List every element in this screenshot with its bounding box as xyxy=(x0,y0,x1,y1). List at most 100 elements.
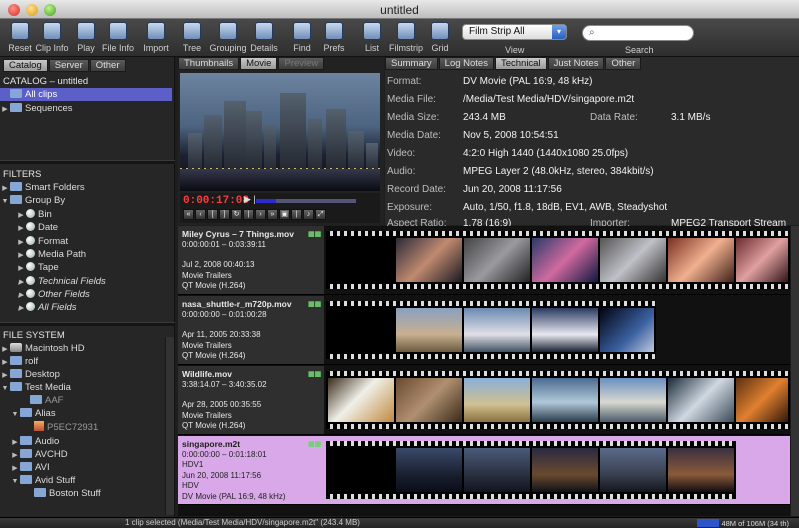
folder-icon xyxy=(10,382,22,391)
tab-log-notes[interactable]: Log Notes xyxy=(438,57,494,70)
fullscreen-icon[interactable]: ⤢ xyxy=(315,209,326,220)
movie-preview-image xyxy=(180,73,380,191)
tab-preview[interactable]: Preview xyxy=(278,57,325,70)
loop-icon[interactable]: ↻ xyxy=(231,209,242,220)
fs-item-avi[interactable]: ▶ AVI xyxy=(0,461,172,474)
tab-summary[interactable]: Summary xyxy=(385,57,438,70)
image-file-icon xyxy=(34,421,44,431)
tab-thumbnails[interactable]: Thumbnails xyxy=(178,57,240,70)
fs-item-audio[interactable]: ▶ Audio xyxy=(0,435,172,448)
fs-item-p5ec72931[interactable]: P5EC72931 xyxy=(0,421,172,434)
clip-row[interactable]: Wildlife.mov 3:38:14.07 – 3:40:35.02 Apr… xyxy=(178,366,790,435)
info-tabs: Summary Log Notes Technical Just Notes O… xyxy=(385,57,642,70)
step-back-icon[interactable]: ‹ xyxy=(195,209,206,220)
clip-row[interactable]: Miley Cyrus – 7 Things.mov 0:00:00:01 – … xyxy=(178,226,790,295)
file-info-button[interactable]: File Info xyxy=(98,22,138,53)
snapshot-icon[interactable]: ▣ xyxy=(279,209,290,220)
clip-date: Jul 2, 2008 00:40:13 xyxy=(182,260,255,269)
mark-out-icon[interactable]: ] xyxy=(219,209,230,220)
building xyxy=(326,109,346,173)
filter-format[interactable]: ▶ Format xyxy=(0,235,172,248)
clip-row-selected[interactable]: singapore.m2t 0:00:00:00 – 0:01:18:01 HD… xyxy=(178,436,790,505)
tab-catalog[interactable]: Catalog xyxy=(3,59,48,72)
filter-bin[interactable]: ▶ Bin xyxy=(0,208,172,221)
tab-other[interactable]: Other xyxy=(89,59,126,72)
mark-in-icon[interactable]: [ xyxy=(207,209,218,220)
tab-movie[interactable]: Movie xyxy=(240,57,278,70)
import-button[interactable]: Import xyxy=(136,22,176,53)
file-system-header: FILE SYSTEM xyxy=(3,330,65,341)
fast-forward-icon[interactable]: » xyxy=(267,209,278,220)
view-select[interactable]: Film Strip All ▾ xyxy=(462,24,567,40)
folder-icon xyxy=(20,436,32,445)
clip-format: QT Movie (H.264) xyxy=(182,421,246,430)
grid-view-button[interactable]: Grid xyxy=(420,22,460,53)
fs-item-rolf[interactable]: ▶ rolf xyxy=(0,355,172,368)
film-strip[interactable] xyxy=(326,231,790,289)
clip-list-scrollbar[interactable] xyxy=(790,226,799,516)
filter-group-by[interactable]: ▼ Group By xyxy=(0,194,172,207)
filter-all-fields[interactable]: ▶ All Fields xyxy=(0,301,172,314)
fs-item-test-media[interactable]: ▼ Test Media xyxy=(0,381,172,394)
frame-thumbnail xyxy=(736,378,788,422)
sidebar-item-all-clips[interactable]: All clips xyxy=(0,88,172,101)
pane-splitter[interactable] xyxy=(0,322,175,326)
film-strip[interactable] xyxy=(326,441,736,499)
film-strip[interactable] xyxy=(326,371,790,429)
fs-item-aaf[interactable]: AAF xyxy=(0,394,172,407)
disclosure-triangle-icon[interactable]: ▶ xyxy=(16,302,26,315)
window-title: untitled xyxy=(380,3,419,17)
frame-thumbnail xyxy=(668,378,734,422)
file-system-scrollbar[interactable] xyxy=(165,337,174,515)
folder-icon xyxy=(20,475,32,484)
disclosure-triangle-icon[interactable]: ▶ xyxy=(0,103,10,116)
reset-icon xyxy=(11,22,29,40)
volume-icon[interactable]: ♪ xyxy=(303,209,314,220)
filter-tape[interactable]: ▶ Tape xyxy=(0,261,172,274)
tab-just-notes[interactable]: Just Notes xyxy=(547,57,605,70)
clip-format: QT Movie (H.264) xyxy=(182,281,246,290)
fs-item-desktop[interactable]: ▶ Desktop xyxy=(0,368,172,381)
disclosure-triangle-icon[interactable]: ▼ xyxy=(10,408,20,421)
disclosure-triangle-icon[interactable]: ▶ xyxy=(16,262,26,275)
filter-other-fields[interactable]: ▶ Other Fields xyxy=(0,288,172,301)
disclosure-triangle-icon[interactable]: ▼ xyxy=(0,195,10,208)
tree-button[interactable]: Tree xyxy=(172,22,212,53)
frame-thumbnail xyxy=(532,238,598,282)
rewind-icon[interactable]: « xyxy=(183,209,194,220)
film-strip[interactable] xyxy=(326,301,656,359)
filter-date[interactable]: ▶ Date xyxy=(0,221,172,234)
go-start-icon[interactable]: | xyxy=(243,209,254,220)
sidebar-item-sequences[interactable]: ▶ Sequences xyxy=(0,102,172,115)
fs-item-avid-stuff[interactable]: ▼ Avid Stuff xyxy=(0,474,172,487)
folder-icon xyxy=(34,488,46,497)
fs-item-alias[interactable]: ▼ Alias xyxy=(0,407,172,420)
search-input[interactable]: ⌕ xyxy=(582,25,694,41)
tab-technical[interactable]: Technical xyxy=(494,57,547,70)
tab-server[interactable]: Server xyxy=(48,59,89,72)
fs-item-macintosh-hd[interactable]: ▶ Macintosh HD xyxy=(0,342,172,355)
grouping-button[interactable]: Grouping xyxy=(208,22,248,53)
clip-metadata: singapore.m2t 0:00:00:00 – 0:01:18:01 HD… xyxy=(178,436,324,504)
pane-splitter[interactable] xyxy=(0,160,175,164)
go-end-icon[interactable]: | xyxy=(291,209,302,220)
filter-smart-folders[interactable]: ▶ Smart Folders xyxy=(0,181,172,194)
scrubber-bar[interactable] xyxy=(256,199,356,203)
clip-row[interactable]: nasa_shuttle-r_m720p.mov 0:00:00:00 – 0:… xyxy=(178,296,790,365)
filter-ball-icon xyxy=(26,276,35,285)
play-icon[interactable]: ▶ | xyxy=(244,194,256,205)
details-button[interactable]: Details xyxy=(244,22,284,53)
filter-media-path[interactable]: ▶ Media Path xyxy=(0,248,172,261)
folder-icon xyxy=(30,395,42,404)
search-label: Search xyxy=(625,45,654,55)
disclosure-triangle-icon[interactable]: ▶ xyxy=(16,222,26,235)
filter-technical-fields[interactable]: ▶ Technical Fields xyxy=(0,275,172,288)
step-forward-icon[interactable]: › xyxy=(255,209,266,220)
tab-other[interactable]: Other xyxy=(605,57,642,70)
fs-item-avchd[interactable]: ▶ AVCHD xyxy=(0,448,172,461)
frame-thumbnail xyxy=(600,238,666,282)
fs-item-boston-stuff[interactable]: Boston Stuff xyxy=(0,487,172,500)
frame-thumbnail xyxy=(532,378,598,422)
toolbar: Reset Clip Info Play File Info Import Tr… xyxy=(0,19,799,57)
prefs-button[interactable]: Prefs xyxy=(314,22,354,53)
